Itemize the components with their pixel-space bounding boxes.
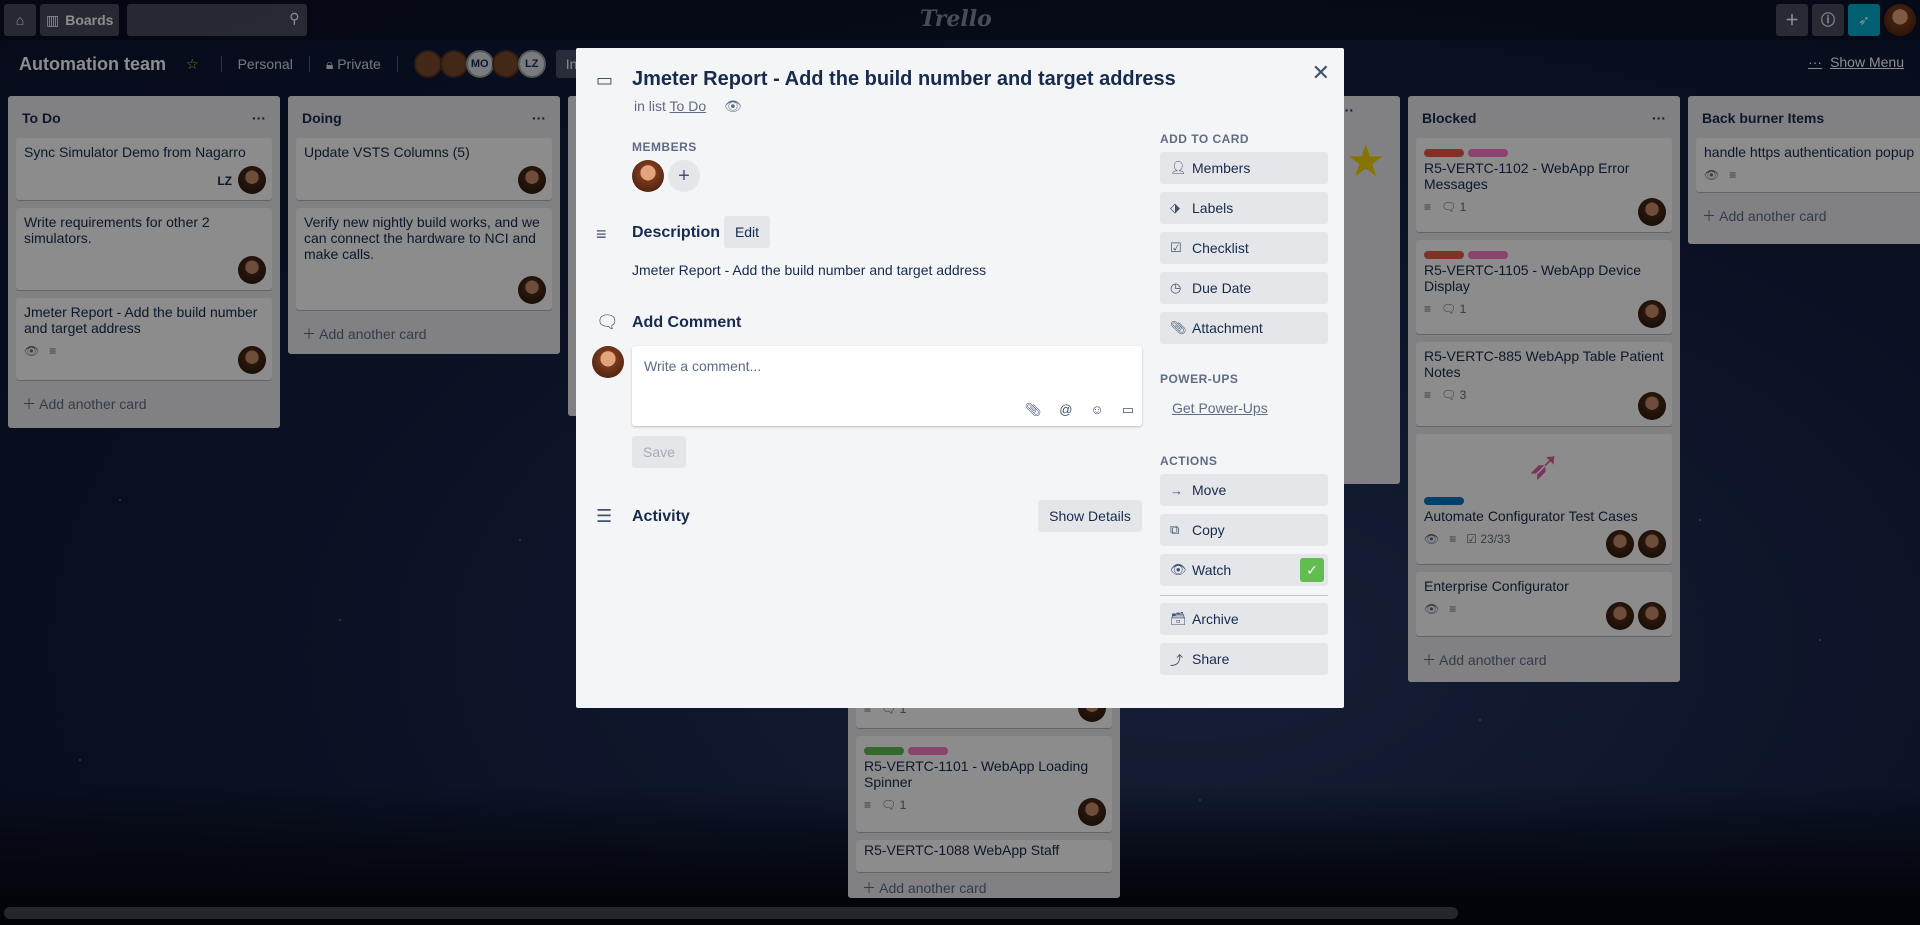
members-button[interactable]: 👤︎ Members — [1160, 152, 1328, 184]
emoji-icon[interactable]: ☺ — [1090, 402, 1103, 418]
show-details-button[interactable]: Show Details — [1038, 500, 1142, 532]
in-list: in list To Do 👁︎ — [634, 98, 742, 115]
activity-heading: Activity — [632, 508, 690, 525]
close-icon[interactable]: ✕ — [1312, 60, 1330, 86]
description-icon: ≡ — [596, 224, 607, 244]
save-label: Save — [643, 444, 675, 460]
divider — [1160, 595, 1328, 596]
check-icon: ✓ — [1300, 558, 1324, 582]
add-comment-heading: Add Comment — [632, 314, 742, 331]
card-title[interactable]: Jmeter Report - Add the build number and… — [632, 68, 1176, 91]
activity-icon: ☰ — [596, 506, 613, 526]
comment-input[interactable]: Write a comment... 📎︎ @ ☺ ▭ — [632, 346, 1142, 426]
labels-button[interactable]: ⬗ Labels — [1160, 192, 1328, 224]
powerups-heading: POWER-UPS — [1160, 372, 1239, 386]
description-heading: Description — [632, 224, 721, 241]
move-button[interactable]: → Move — [1160, 474, 1328, 506]
arrow-right-icon: → — [1170, 482, 1183, 498]
label-icon: ⬗ — [1170, 200, 1180, 215]
button-label: Share — [1192, 651, 1230, 667]
save-button[interactable]: Save — [632, 436, 686, 468]
checklist-button[interactable]: ☑ Checklist — [1160, 232, 1328, 264]
in-list-prefix: in list — [634, 98, 666, 114]
watch-button[interactable]: 👁︎ Watch ✓ — [1160, 554, 1328, 586]
button-label: Checklist — [1192, 240, 1249, 256]
button-label: Due Date — [1192, 280, 1252, 296]
attachment-icon: 📎︎ — [1170, 320, 1187, 335]
share-icon: ⤴ — [1170, 652, 1184, 668]
member-avatar[interactable] — [632, 160, 664, 192]
attachment-icon[interactable]: 📎︎ — [1025, 402, 1042, 418]
description-text[interactable]: Jmeter Report - Add the build number and… — [632, 262, 986, 278]
person-icon: 👤︎ — [1170, 160, 1187, 175]
members-heading: MEMBERS — [632, 140, 697, 154]
card-icon: ▭ — [596, 70, 614, 90]
clock-icon: ◷ — [1170, 280, 1182, 295]
list-link[interactable]: To Do — [670, 98, 707, 114]
button-label: Archive — [1192, 611, 1239, 627]
add-to-card-heading: ADD TO CARD — [1160, 132, 1250, 146]
due-date-button[interactable]: ◷ Due Date — [1160, 272, 1328, 304]
edit-label: Edit — [734, 224, 760, 240]
button-label: Members — [1192, 160, 1251, 176]
attachment-button[interactable]: 📎︎ Attachment — [1160, 312, 1328, 344]
archive-button[interactable]: 🗃︎ Archive — [1160, 603, 1328, 635]
button-label: Copy — [1192, 522, 1225, 538]
current-user-avatar — [592, 346, 624, 378]
add-member-button[interactable]: + — [668, 160, 700, 192]
archive-icon: 🗃︎ — [1170, 611, 1187, 626]
eye-icon: 👁︎ — [1170, 562, 1187, 577]
edit-description-button[interactable]: Edit — [724, 216, 770, 248]
card-link-icon[interactable]: ▭ — [1122, 402, 1134, 418]
comment-icon: 🗨︎ — [596, 312, 619, 332]
copy-icon: ⧉ — [1170, 522, 1180, 537]
show-details-label: Show Details — [1049, 508, 1131, 524]
checklist-icon: ☑ — [1170, 240, 1182, 255]
eye-icon: 👁︎ — [724, 98, 742, 114]
plus-icon: + — [678, 164, 690, 187]
button-label: Watch — [1192, 562, 1232, 578]
share-button[interactable]: ⤴ Share — [1160, 643, 1328, 675]
copy-button[interactable]: ⧉ Copy — [1160, 514, 1328, 546]
button-label: Attachment — [1192, 320, 1263, 336]
get-powerups-link[interactable]: Get Power-Ups — [1172, 400, 1268, 416]
card-detail-modal: ✕ ▭ Jmeter Report - Add the build number… — [576, 48, 1344, 708]
button-label: Move — [1192, 482, 1227, 498]
mention-icon[interactable]: @ — [1059, 402, 1072, 418]
actions-heading: ACTIONS — [1160, 454, 1218, 468]
button-label: Labels — [1192, 200, 1234, 216]
comment-placeholder: Write a comment... — [644, 358, 762, 374]
